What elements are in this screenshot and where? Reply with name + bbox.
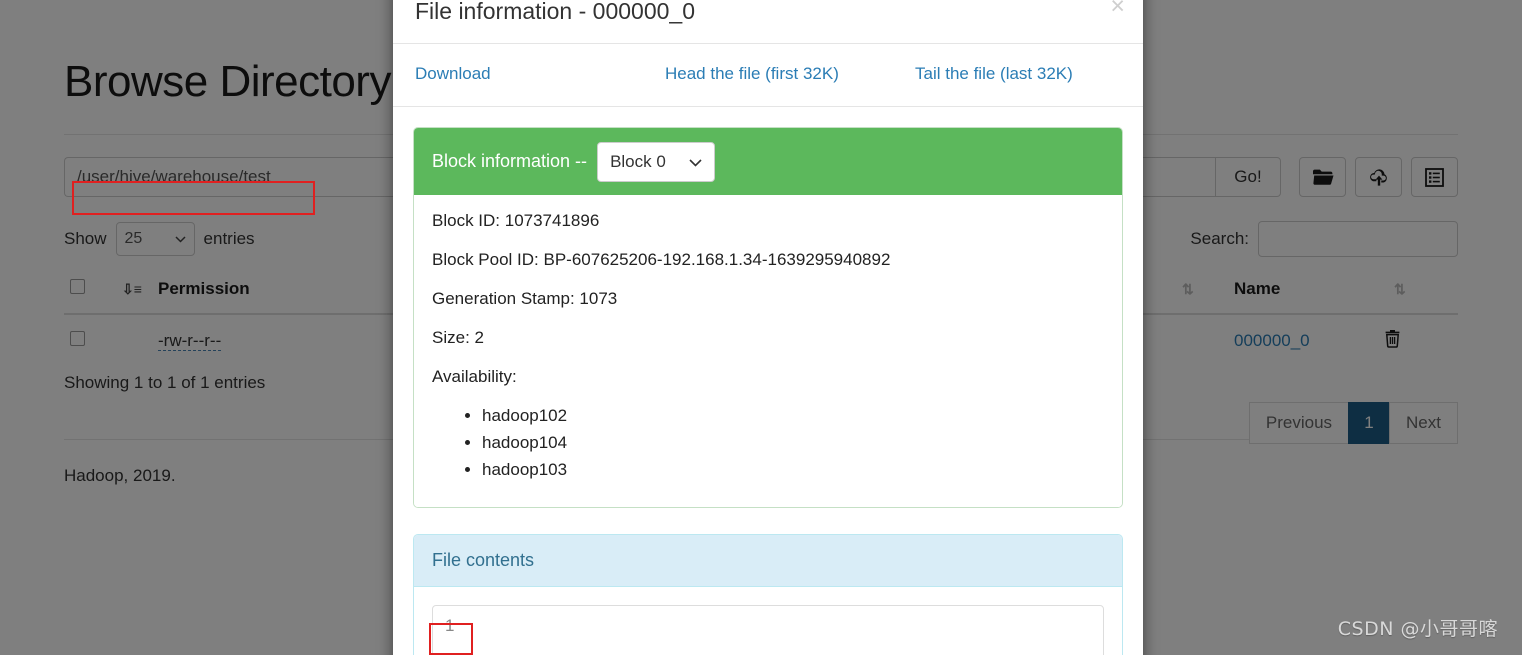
file-contents-body: 1 [414, 587, 1122, 655]
list-item: hadoop104 [482, 433, 1104, 453]
file-contents-textarea[interactable]: 1 [432, 605, 1104, 655]
tail-file-link[interactable]: Tail the file (last 32K) [915, 64, 1073, 84]
list-item: hadoop103 [482, 460, 1104, 480]
block-select[interactable]: Block 0 [597, 141, 716, 182]
availability-list: hadoop102 hadoop104 hadoop103 [432, 406, 1104, 480]
block-size: Size: 2 [432, 328, 484, 347]
download-link[interactable]: Download [415, 64, 665, 84]
chevron-down-icon [689, 152, 702, 172]
availability-label: Availability: [432, 367, 517, 386]
close-icon[interactable]: × [1110, 0, 1125, 19]
list-item: hadoop102 [482, 406, 1104, 426]
watermark: CSDN @小哥哥喀 [1337, 618, 1498, 640]
modal-body: Block information -- Block 0 Block ID: 1… [393, 107, 1143, 655]
block-id: Block ID: 1073741896 [432, 211, 600, 230]
modal-action-links: Download Head the file (first 32K) Tail … [393, 44, 1143, 107]
block-pool-id: Block Pool ID: BP-607625206-192.168.1.34… [432, 250, 891, 269]
modal-header: File information - 000000_0 × [393, 0, 1143, 44]
block-information-header: Block information -- Block 0 [414, 128, 1122, 195]
file-information-modal: File information - 000000_0 × Download H… [393, 0, 1143, 655]
generation-stamp: Generation Stamp: 1073 [432, 289, 618, 308]
modal-title: File information - 000000_0 [415, 0, 695, 24]
block-information-panel: Block information -- Block 0 Block ID: 1… [413, 127, 1123, 508]
block-information-body: Block ID: 1073741896 Block Pool ID: BP-6… [414, 195, 1122, 507]
file-contents-heading: File contents [414, 535, 1122, 587]
screen: Browse Directory /user/hive/warehouse/te… [0, 0, 1522, 655]
head-file-link[interactable]: Head the file (first 32K) [665, 64, 915, 84]
block-information-label: Block information -- [432, 151, 588, 171]
file-contents-panel: File contents 1 [413, 534, 1123, 655]
block-select-value: Block 0 [610, 151, 666, 171]
line-number: 1 [445, 616, 455, 635]
